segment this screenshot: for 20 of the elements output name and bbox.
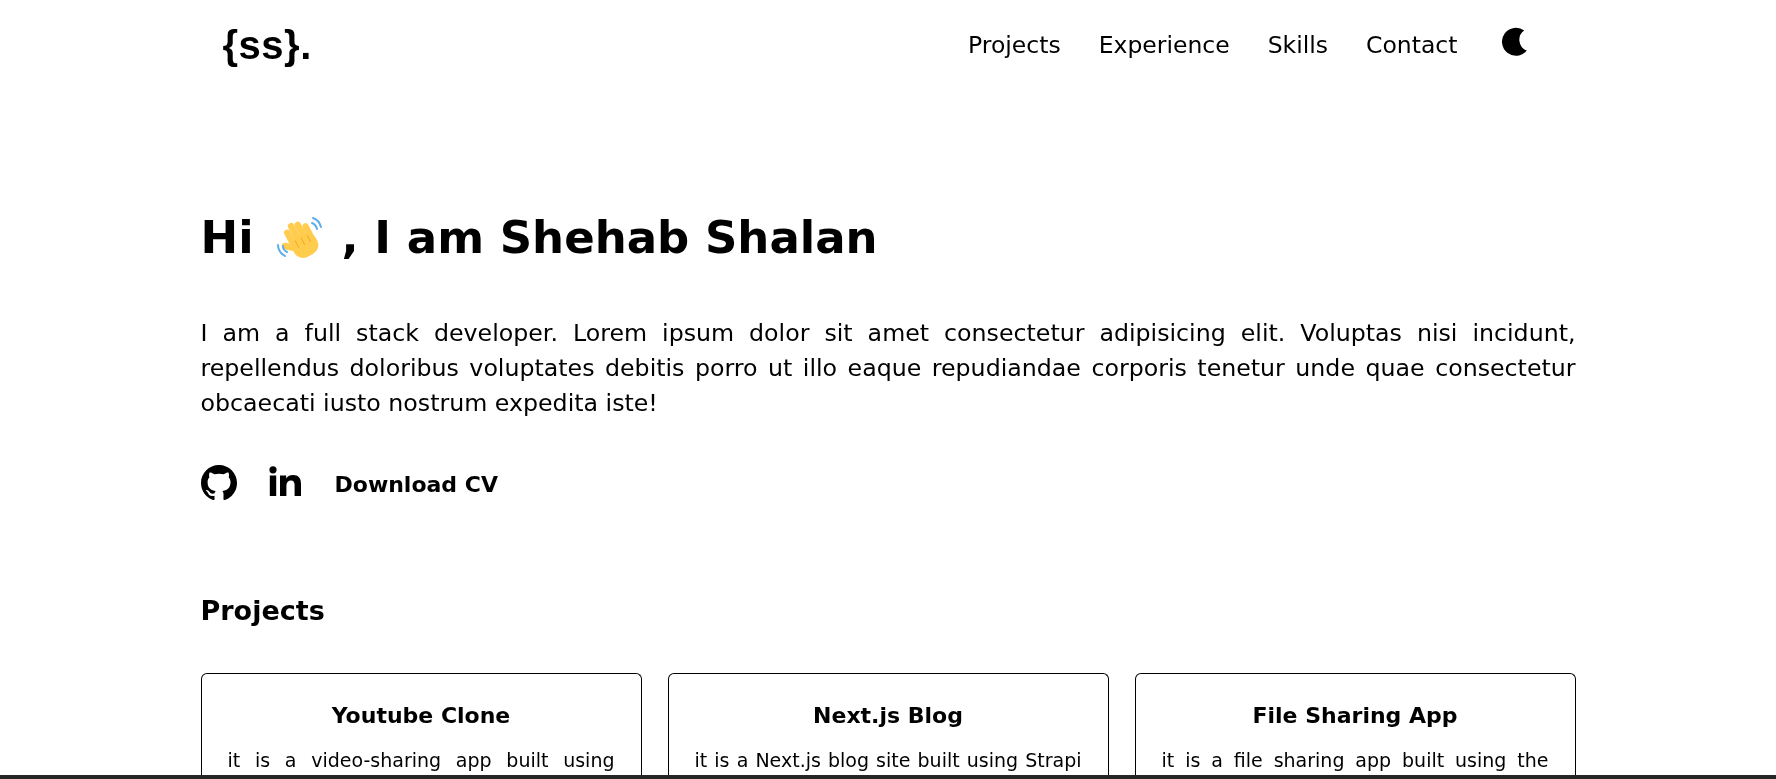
intro-paragraph: I am a full stack developer. Lorem ipsum dolor sit amet consectetur adipisicing elit. Voluptas nisi incidunt, repellendus doloribus voluptates debitis porro ut illo eaque repudiandae corporis tenetur unde quae consectetur obcaecati iusto nostrum expedita iste! [200, 318, 1576, 419]
download-cv-link[interactable]: Download CV [334, 471, 498, 499]
heading-name: , I am Shehab Shalan [341, 211, 878, 265]
linkedin-icon[interactable] [268, 466, 301, 496]
heading-greeting: Hi [200, 211, 254, 265]
nav-link[interactable]: Contact [1366, 30, 1458, 60]
project-title: File Sharing App [1251, 702, 1459, 730]
project-title: Next.js Blog [812, 702, 964, 730]
moon-icon[interactable] [1501, 26, 1530, 56]
site-logo[interactable]: {ss}. [222, 25, 312, 65]
nav-link[interactable]: Projects [968, 30, 1061, 60]
project-description: it is a video-sharing app built using [227, 749, 615, 771]
project-description: it is a file sharing app built using the [1161, 749, 1549, 771]
horizontal-scrollbar[interactable] [0, 775, 1776, 779]
github-icon[interactable] [200, 465, 237, 501]
project-description: it is a Next.js blog site built using Strapi [694, 749, 1082, 771]
section-heading: Projects [200, 594, 326, 628]
project-title: Youtube Clone [330, 702, 512, 730]
nav-link[interactable]: Experience [1098, 30, 1230, 60]
nav-link[interactable]: Skills [1267, 30, 1329, 60]
